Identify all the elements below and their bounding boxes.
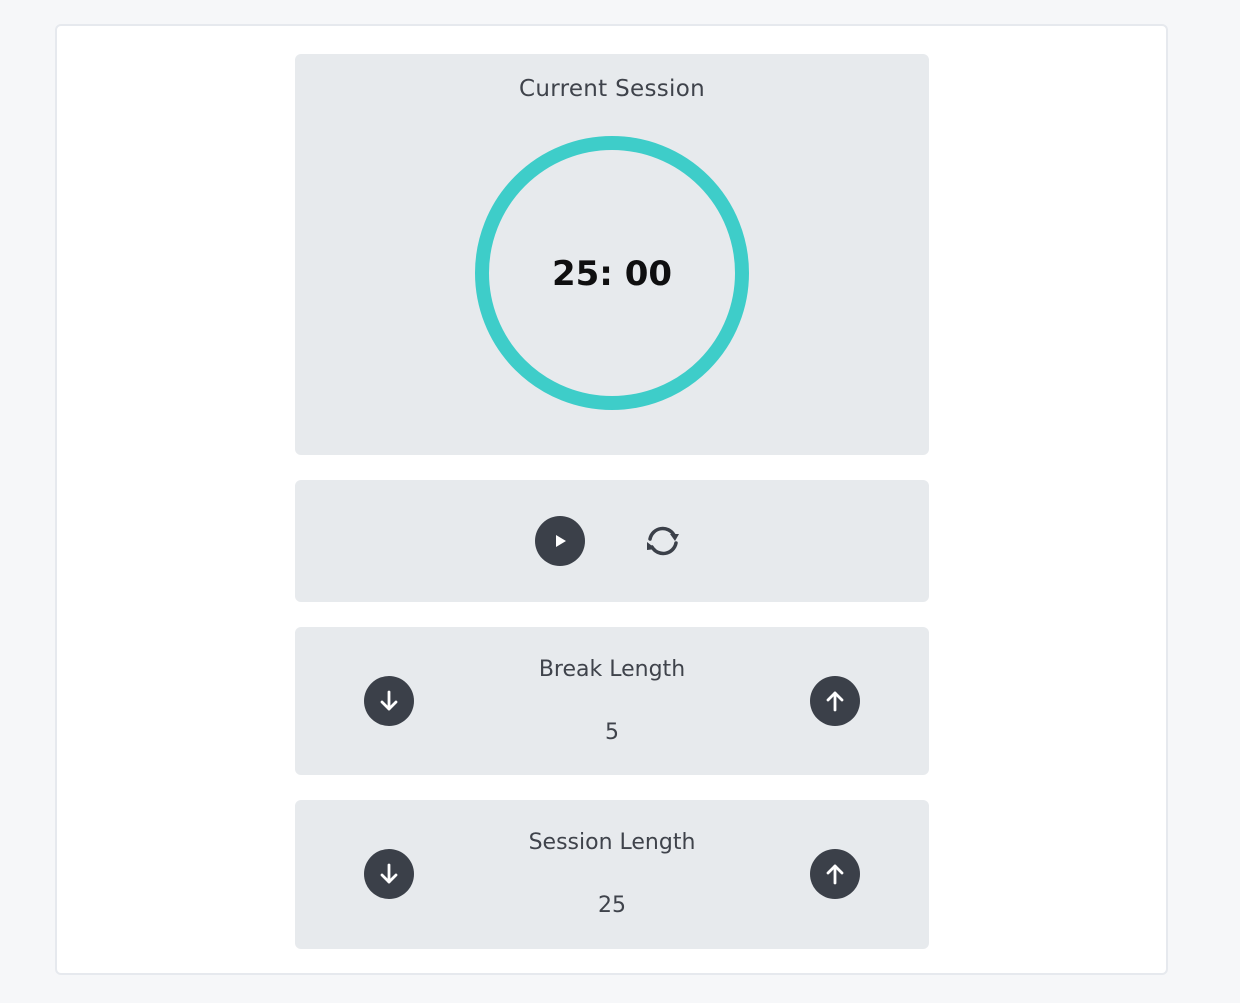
arrow-up-icon [826,691,844,712]
break-decrement-button[interactable] [364,676,414,726]
play-button[interactable] [535,516,585,566]
play-icon [556,535,566,547]
arrow-down-icon [380,863,398,884]
timer-controls-panel [295,480,929,602]
current-session-panel: Current Session 25: 00 [295,54,929,455]
refresh-icon [647,526,679,556]
reset-button[interactable] [638,516,688,566]
timer-display: 25: 00 [551,254,673,294]
break-increment-button[interactable] [810,676,860,726]
break-length-panel: Break Length 5 [295,627,929,775]
current-session-title: Current Session [519,76,705,102]
session-length-panel: Session Length 25 [295,800,929,949]
arrow-down-icon [380,690,398,711]
session-decrement-button[interactable] [364,849,414,899]
arrow-up-icon [826,864,844,885]
session-increment-button[interactable] [810,849,860,899]
